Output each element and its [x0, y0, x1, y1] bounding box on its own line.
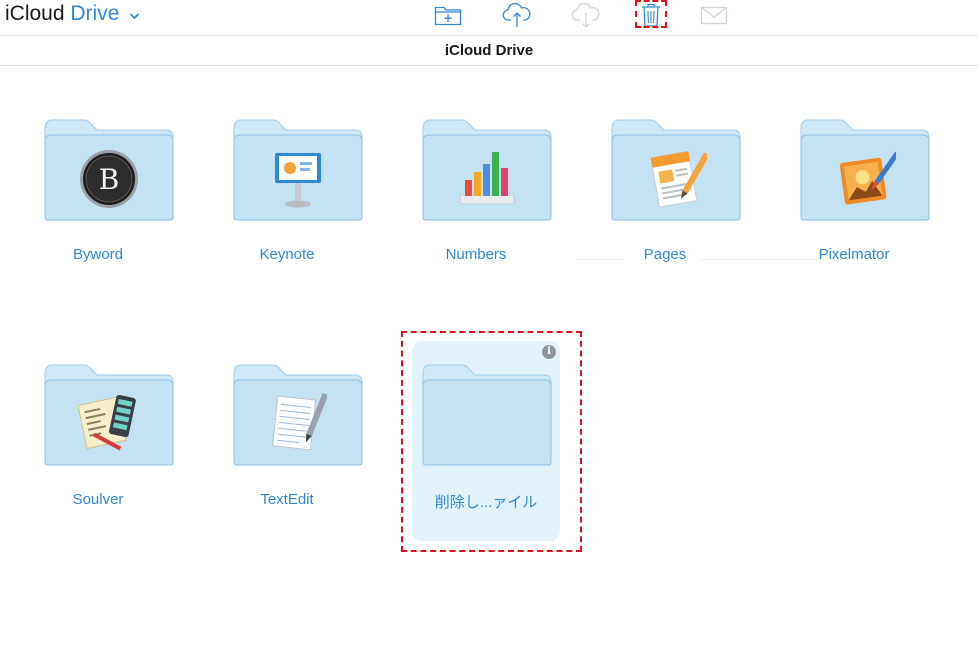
pixelmator-icon: [839, 151, 896, 205]
keynote-icon: [275, 153, 321, 208]
current-folder-title: iCloud Drive: [444, 42, 534, 59]
folder-item-soulver[interactable]: Soulver: [24, 362, 174, 562]
folder-label: Pages: [643, 246, 687, 263]
folder-item-pages[interactable]: Pages: [591, 117, 741, 317]
new-folder-button[interactable]: [431, 0, 465, 30]
folder-icon: [44, 362, 174, 466]
upload-button[interactable]: [500, 0, 534, 30]
folder-item-textedit[interactable]: TextEdit: [213, 362, 363, 562]
byword-icon: B: [80, 150, 138, 208]
info-icon[interactable]: i: [542, 345, 556, 359]
app-title-drive: Drive: [70, 2, 120, 25]
svg-text:B: B: [99, 163, 120, 196]
folder-label: Keynote: [259, 246, 315, 263]
folder-label: Pixelmator: [818, 246, 890, 263]
toolbar: iCloud Drive: [0, 0, 978, 36]
soulver-icon: [78, 394, 136, 451]
upload-icon: [502, 2, 531, 27]
new-folder-icon: [434, 6, 462, 26]
folder-icon: [611, 117, 741, 221]
download-button[interactable]: [569, 0, 603, 30]
pages-icon: [650, 150, 707, 208]
mail-icon: [700, 6, 728, 25]
trash-highlight-box: [635, 0, 667, 28]
folder-item-recently-deleted[interactable]: i 削除し...ァイル: [412, 341, 560, 541]
location-bar: iCloud Drive: [0, 36, 978, 66]
app-title[interactable]: iCloud Drive: [5, 2, 140, 26]
folder-label: Byword: [72, 246, 124, 263]
app-title-icloud: iCloud: [5, 2, 65, 25]
folder-icon: [422, 117, 552, 221]
folder-item-numbers[interactable]: Numbers: [402, 117, 552, 317]
folder-icon: [233, 117, 363, 221]
folder-label: 削除し...ァイル: [434, 494, 538, 511]
folder-icon: [800, 117, 930, 221]
chevron-down-icon[interactable]: [129, 2, 140, 26]
numbers-icon: [459, 152, 515, 205]
folder-label: TextEdit: [260, 491, 314, 508]
folder-item-byword[interactable]: B Byword: [24, 117, 174, 317]
mail-button[interactable]: [697, 0, 731, 30]
textedit-icon: [272, 392, 327, 451]
folder-item-keynote[interactable]: Keynote: [213, 117, 363, 317]
download-icon: [571, 2, 600, 28]
folder-icon: [233, 362, 363, 466]
folder-icon: [422, 362, 552, 466]
folder-icon: B: [44, 117, 174, 221]
folder-label: Numbers: [445, 246, 507, 263]
folder-item-pixelmator[interactable]: Pixelmator: [780, 117, 930, 317]
folder-label: Soulver: [72, 491, 124, 508]
